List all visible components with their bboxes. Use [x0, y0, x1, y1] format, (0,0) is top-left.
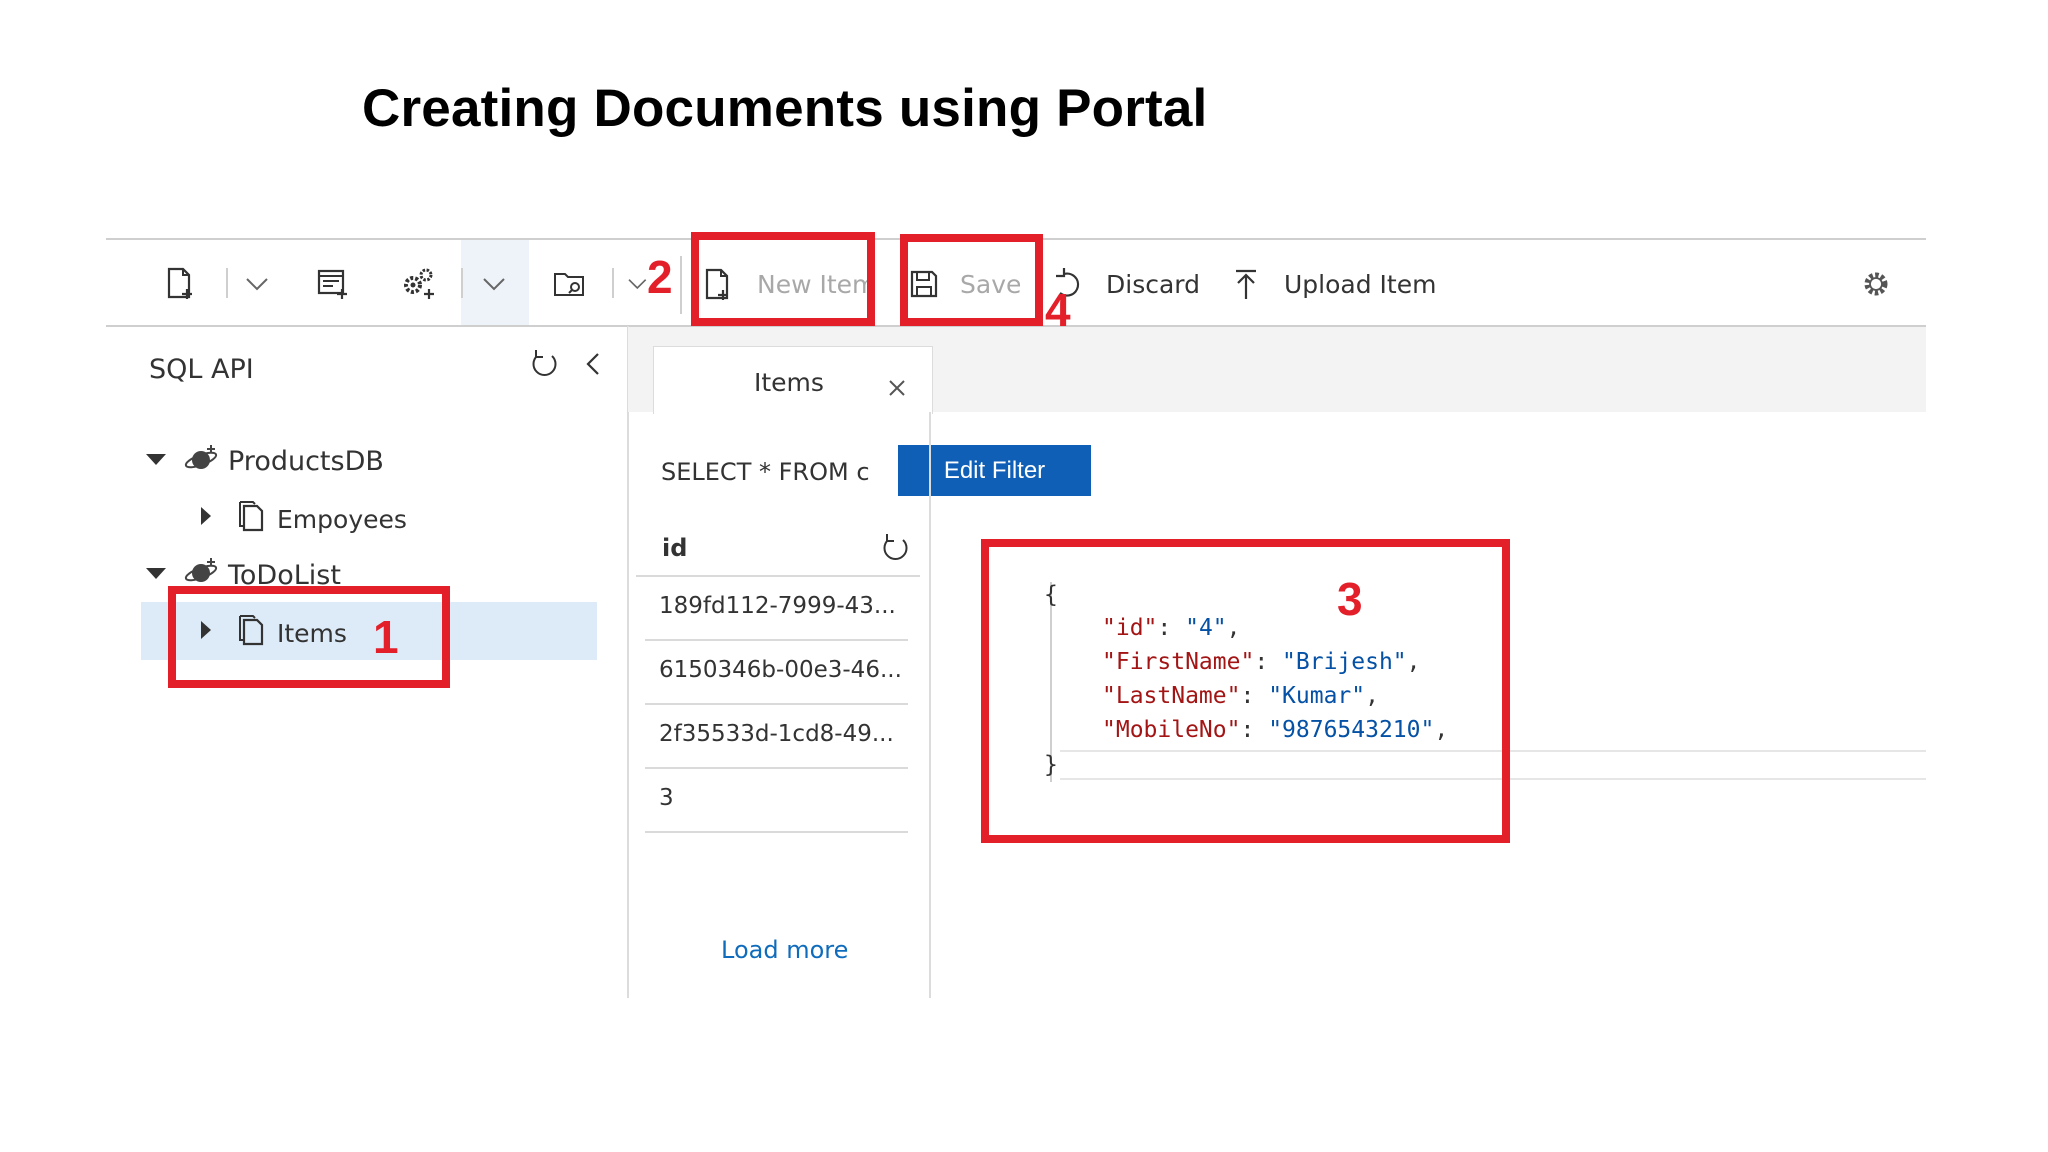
annotation-box-1 [168, 586, 450, 688]
annotation-box-3 [981, 539, 1510, 843]
toolbar-separator [680, 256, 682, 314]
row-id: 6150346b-00e3-46... [659, 657, 902, 683]
tree-item-empoyees[interactable]: Empoyees [277, 505, 407, 534]
caret-down-icon[interactable] [146, 568, 166, 579]
toolbar-separator [461, 268, 463, 298]
list-editor-divider [929, 412, 931, 998]
gear-icon[interactable] [1856, 264, 1896, 304]
row-id: 2f35533d-1cd8-49... [659, 721, 894, 747]
tab-items-label: Items [754, 368, 824, 397]
toolbar-separator [226, 268, 228, 298]
table-row[interactable]: 2f35533d-1cd8-49... [645, 705, 908, 769]
sidebar-divider [627, 326, 629, 998]
new-container-icon[interactable] [159, 263, 199, 303]
caret-down-icon[interactable] [146, 454, 166, 465]
annotation-number-1: 1 [373, 611, 399, 663]
chevron-down-icon[interactable] [237, 263, 277, 303]
table-row[interactable]: 6150346b-00e3-46... [645, 641, 908, 705]
refresh-icon[interactable] [524, 344, 564, 384]
collapse-sidebar-icon[interactable] [574, 344, 614, 384]
upload-icon[interactable] [1226, 264, 1266, 304]
sidebar-title: SQL API [149, 354, 254, 385]
annotation-number-4: 4 [1045, 284, 1071, 336]
gears-icon[interactable] [398, 263, 438, 303]
refresh-icon[interactable] [875, 528, 915, 568]
annotation-box-2 [691, 232, 875, 326]
table-row[interactable]: 189fd112-7999-43... [645, 577, 908, 641]
upload-item-button[interactable]: Upload Item [1284, 270, 1436, 299]
annotation-number-3: 3 [1337, 573, 1363, 625]
table-row[interactable]: 3 [645, 769, 908, 833]
container-icon [232, 496, 272, 536]
query-text: SELECT * FROM c [661, 458, 870, 486]
slide-title: Creating Documents using Portal [362, 79, 1208, 138]
chevron-down-icon[interactable] [474, 263, 514, 303]
database-icon [181, 439, 221, 479]
annotation-box-4 [900, 234, 1043, 326]
close-icon[interactable] [879, 370, 915, 406]
edit-filter-button[interactable]: Edit Filter [898, 445, 1091, 496]
row-id: 189fd112-7999-43... [659, 593, 896, 619]
discard-button[interactable]: Discard [1106, 270, 1200, 299]
open-query-icon[interactable] [549, 263, 589, 303]
load-more-link[interactable]: Load more [721, 936, 848, 964]
tree-item-productsdb[interactable]: ProductsDB [228, 446, 384, 477]
new-sql-query-icon[interactable] [312, 263, 352, 303]
row-id: 3 [659, 785, 674, 811]
toolbar-separator [612, 268, 614, 298]
id-column-header: id [662, 534, 688, 562]
caret-right-icon[interactable] [201, 507, 211, 525]
annotation-number-2: 2 [647, 251, 673, 303]
